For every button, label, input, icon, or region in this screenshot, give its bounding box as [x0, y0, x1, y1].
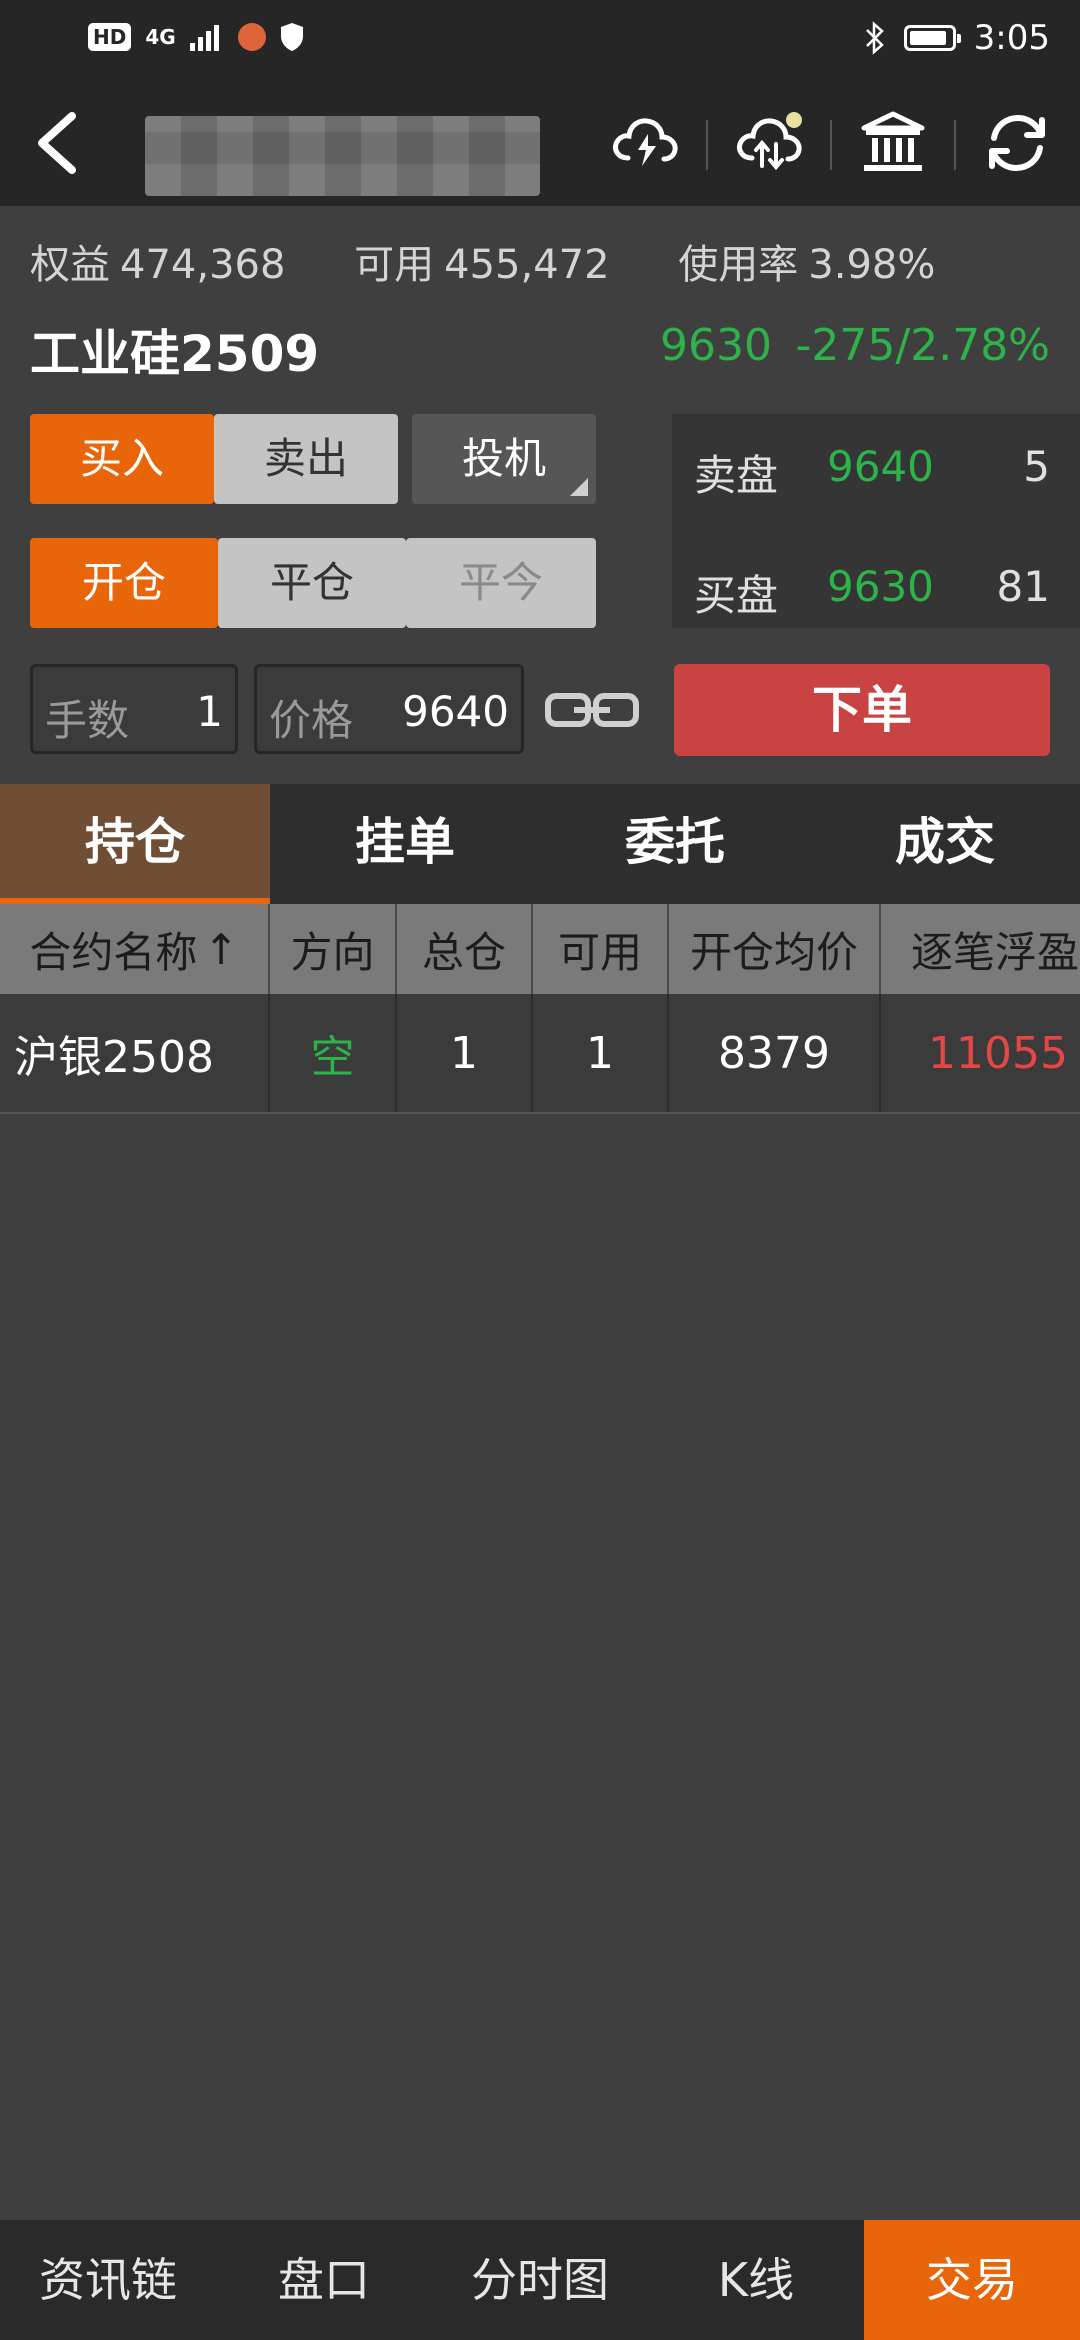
- available-value: 455,472: [444, 242, 610, 288]
- clock: 3:05: [973, 18, 1050, 58]
- bid-price: 9630: [827, 562, 934, 611]
- record-tabs: 持仓 挂单 委托 成交: [0, 784, 1080, 904]
- col-contract-name[interactable]: 合约名称 ↑: [0, 904, 270, 994]
- cell-direction: 空: [270, 994, 397, 1112]
- nav-kline[interactable]: K线: [648, 2220, 864, 2340]
- nav-news[interactable]: 资讯链: [0, 2220, 216, 2340]
- contract-name[interactable]: 工业硅2509: [30, 314, 319, 386]
- order-book: 卖盘 9640 5 买盘 9630 81: [672, 414, 1080, 628]
- last-price: 9630: [660, 320, 772, 371]
- dropdown-triangle-icon: [570, 478, 588, 496]
- ask-row[interactable]: 卖盘 9640 5: [672, 414, 1080, 514]
- ask-price: 9640: [827, 442, 934, 491]
- cloud-lightning-icon[interactable]: [610, 108, 680, 178]
- quantity-field[interactable]: 手数: [30, 664, 238, 754]
- quantity-input[interactable]: [163, 687, 223, 736]
- ask-volume: 5: [1023, 442, 1050, 491]
- price-input[interactable]: [389, 687, 509, 736]
- bid-label: 买盘: [694, 571, 779, 620]
- bluetooth-icon: [865, 21, 884, 55]
- close-position-button[interactable]: 平仓: [218, 538, 406, 628]
- sort-arrow-icon: ↑: [203, 924, 239, 974]
- usage-value: 3.98%: [808, 242, 936, 288]
- bid-row[interactable]: 买盘 9630 81: [672, 534, 1080, 634]
- quantity-label: 手数: [45, 696, 130, 745]
- close-today-button[interactable]: 平今: [406, 538, 596, 628]
- col-pnl[interactable]: 逐笔浮盈: [881, 904, 1080, 994]
- battery-icon: [903, 25, 961, 51]
- separator: [954, 120, 956, 170]
- signal-icon: [189, 25, 219, 51]
- cell-avg-price: 8379: [669, 994, 881, 1112]
- col-total[interactable]: 总仓: [397, 904, 533, 994]
- bid-volume: 81: [996, 562, 1050, 611]
- cell-contract: 沪银2508: [0, 994, 270, 1112]
- bank-icon[interactable]: [858, 108, 928, 178]
- hedge-type-dropdown[interactable]: 投机: [412, 414, 596, 504]
- cell-pnl: 11055: [928, 1027, 1068, 1079]
- hedge-type-label: 投机: [461, 434, 546, 483]
- cloud-sync-icon[interactable]: [734, 108, 804, 178]
- nav-trade[interactable]: 交易: [864, 2220, 1080, 2340]
- status-bar: HD 4G 3:05: [0, 0, 1080, 80]
- tab-trades[interactable]: 成交: [810, 784, 1080, 904]
- back-icon[interactable]: [28, 108, 88, 178]
- separator: [706, 120, 708, 170]
- nav-order-book[interactable]: 盘口: [216, 2220, 432, 2340]
- network-label: 4G: [145, 25, 176, 49]
- tab-positions[interactable]: 持仓: [0, 784, 270, 904]
- separator: [830, 120, 832, 170]
- nav-time-chart[interactable]: 分时图: [432, 2220, 648, 2340]
- hd-badge: HD: [88, 23, 132, 51]
- price-field[interactable]: 价格: [254, 664, 524, 754]
- status-right: 3:05: [864, 18, 1050, 58]
- place-order-button[interactable]: 下单: [674, 664, 1050, 756]
- tab-orders[interactable]: 委托: [540, 784, 810, 904]
- top-bar: [0, 80, 1080, 206]
- refresh-icon[interactable]: [982, 108, 1052, 178]
- usage-label: 使用率: [678, 242, 799, 288]
- ask-label: 卖盘: [694, 451, 779, 500]
- tab-pending[interactable]: 挂单: [270, 784, 540, 904]
- price-change: -275/2.78%: [795, 320, 1050, 371]
- available-label: 可用: [354, 242, 435, 288]
- account-summary: 权益 474,368 可用 455,472 使用率 3.98%: [30, 232, 991, 290]
- positions-table-header: 合约名称 ↑ 方向 总仓 可用 开仓均价 逐笔浮盈: [0, 904, 1080, 994]
- app-notification-icon: [237, 23, 266, 51]
- col-avg-price[interactable]: 开仓均价: [669, 904, 881, 994]
- equity-label: 权益: [30, 242, 110, 288]
- link-icon[interactable]: [544, 688, 640, 732]
- shield-icon: [280, 23, 303, 51]
- cell-total: 1: [397, 994, 533, 1112]
- equity-value: 474,368: [120, 242, 286, 288]
- account-name-redacted: [145, 116, 540, 196]
- price-label: 价格: [269, 696, 354, 745]
- status-left: HD 4G: [88, 22, 304, 52]
- cell-available: 1: [533, 994, 669, 1112]
- cloud-badge: [786, 112, 802, 128]
- open-position-button[interactable]: 开仓: [30, 538, 218, 628]
- bottom-nav: 资讯链 盘口 分时图 K线 交易: [0, 2220, 1080, 2340]
- col-direction[interactable]: 方向: [270, 904, 397, 994]
- table-row[interactable]: 沪银2508 空 1 1 8379 11055: [0, 994, 1080, 1114]
- col-available[interactable]: 可用: [533, 904, 669, 994]
- buy-button[interactable]: 买入: [30, 414, 214, 504]
- sell-button[interactable]: 卖出: [214, 414, 398, 504]
